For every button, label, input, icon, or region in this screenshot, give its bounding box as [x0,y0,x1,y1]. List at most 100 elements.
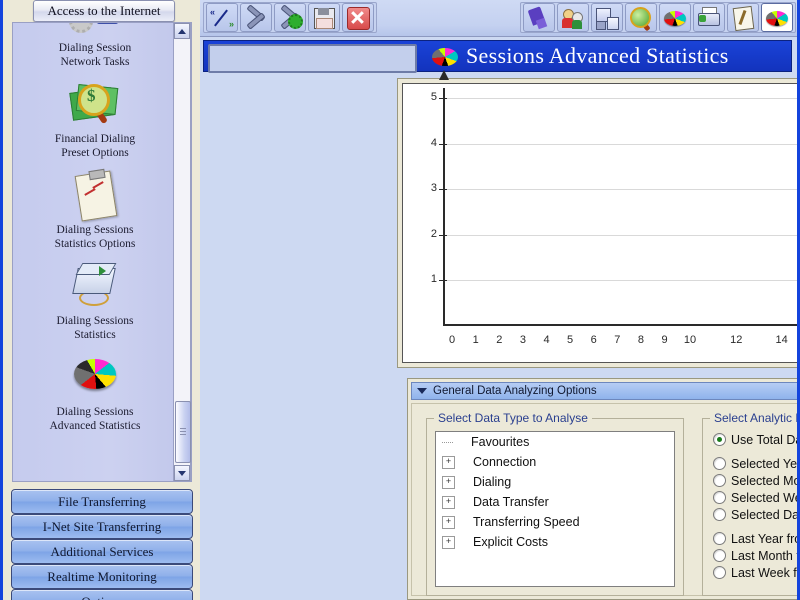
toolbar: «» [200,0,797,37]
gridline [443,234,800,236]
sidebar-item-statistics[interactable]: Dialing Sessions Statistics [13,260,177,342]
label-line-2: Network Tasks [60,56,130,68]
header-blank-field[interactable] [208,44,417,73]
tree-node-label: Dialing [473,475,512,489]
radio-selected-week[interactable]: Selected Week [713,489,800,506]
access-to-internet-button[interactable]: Access to the Internet [33,0,175,22]
nav-button-inet-site-transferring[interactable]: I-Net Site Transferring [11,514,193,539]
nav-button-file-transferring[interactable]: File Transferring [11,489,193,514]
radio-selected-year[interactable]: Selected Year [713,455,800,472]
plot-area: 5 4 3 2 1 0 1 2 3 4 5 6 7 8 9 10 12 14 [431,70,800,346]
sidebar-item-network-tasks[interactable]: Dialing Session Network Tasks [13,23,177,69]
x-tick-label: 3 [519,334,526,346]
radio-last-month-from-selected-day[interactable]: Last Month from Selected Day [713,547,800,564]
gridline [443,189,800,191]
label-line-2: Statistics Options [54,238,136,250]
radio-label: Last Month from Selected Day [731,548,800,563]
expand-icon[interactable]: + [442,515,455,529]
users-icon-button[interactable] [557,3,589,32]
page-title: Sessions Advanced Statistics [466,43,729,68]
chart-canvas: 5 4 3 2 1 0 1 2 3 4 5 6 7 8 9 10 12 14 [402,70,800,363]
radio-icon[interactable] [713,566,726,579]
expand-icon[interactable]: + [442,475,455,489]
tree-node-connection[interactable]: + Connection [436,452,674,472]
tree-node-explicit-costs[interactable]: + Explicit Costs [436,532,674,552]
sidebar-item-label: Financial Dialing Preset Options [13,132,177,160]
radio-icon[interactable] [713,433,726,446]
devices-icon-button[interactable] [591,3,623,32]
chart-card: 5 4 3 2 1 0 1 2 3 4 5 6 7 8 9 10 12 14 [397,70,800,368]
y-tick-label: 3 [430,182,437,195]
sidebar-scroll-pane: Dialing Session Network Tasks Financial … [12,22,192,482]
sidebar-item-advanced-statistics[interactable]: Dialing Sessions Advanced Statistics [13,351,177,433]
label-line-2: Statistics [74,329,116,341]
radio-icon[interactable] [713,491,726,504]
radio-icon[interactable] [713,508,726,521]
tools-settings-icon-button[interactable] [274,3,306,32]
radio-selected-month[interactable]: Selected Month [713,472,800,489]
data-type-tree[interactable]: Favourites + Connection + Dialing + Data… [435,431,675,587]
tree-node-transferring-speed[interactable]: + Transferring Speed [436,512,674,532]
sidebar-scroll-up-button[interactable] [174,23,190,39]
analytic-period-legend: Select Analytic Period [710,411,800,425]
y-tick-label: 4 [430,136,437,149]
plug-icon-button[interactable] [523,3,555,32]
tree-node-label: Connection [473,455,537,469]
options-panel: General Data Analyzing Options Select Da… [407,378,800,600]
data-type-fieldset: Select Data Type to Analyse Favourites +… [426,411,684,596]
radio-label: Selected Week [731,490,800,505]
pie-chart-icon [432,48,458,66]
tree-node-data-transfer[interactable]: + Data Transfer [436,492,674,512]
save-icon-button[interactable] [308,3,340,32]
radio-icon[interactable] [713,457,726,470]
statistics-box-icon [65,260,125,312]
radio-label: Selected Month [731,473,800,488]
tools-icon-button[interactable] [240,3,272,32]
sidebar-item-financial-dialing[interactable]: Financial Dialing Preset Options [13,78,177,160]
sidebar-item-label: Dialing Session Network Tasks [13,41,177,69]
options-panel-header[interactable]: General Data Analyzing Options [411,382,800,400]
x-tick-label: 9 [661,334,668,346]
nav-button-options[interactable]: Options [11,589,193,600]
notepad-icon-button[interactable] [727,3,759,32]
gridline [443,98,800,99]
radio-icon[interactable] [713,549,726,562]
close-icon-button[interactable] [342,3,374,32]
triangle-down-icon[interactable] [417,388,427,394]
options-panel-title: General Data Analyzing Options [433,385,597,397]
y-axis-arrow [439,70,449,80]
expand-icon[interactable]: + [442,495,455,509]
resize-icon-button[interactable]: «» [206,3,238,32]
nav-button-realtime-monitoring[interactable]: Realtime Monitoring [11,564,193,589]
x-tick-label: 8 [637,334,644,346]
pie-chart-icon-button[interactable] [659,3,691,32]
advanced-statistics-icon-button[interactable] [761,3,793,32]
expand-icon[interactable]: + [442,535,455,549]
nav-button-additional-services[interactable]: Additional Services [11,539,193,564]
radio-last-year-from-selected-day[interactable]: Last Year from Selected Day [713,530,800,547]
sidebar-item-statistics-options[interactable]: Dialing Sessions Statistics Options [13,168,177,251]
radio-use-total-database[interactable]: Use Total Database [713,431,800,448]
x-tick-label: 2 [496,334,503,346]
radio-icon[interactable] [713,532,726,545]
sidebar-scrollbar-thumb[interactable] [175,401,191,463]
x-tick-label: 7 [614,334,621,346]
tree-node-favourites[interactable]: Favourites [436,432,674,452]
search-icon-button[interactable] [625,3,657,32]
chevron-down-icon [178,470,186,476]
printer-icon-button[interactable] [693,3,725,32]
x-tick-label: 6 [590,334,597,346]
y-tick-label: 5 [430,91,437,103]
expand-icon[interactable]: + [442,455,455,469]
radio-icon[interactable] [713,474,726,487]
x-tick-label: 4 [543,334,550,346]
gridline [443,143,800,145]
sidebar-scrollbar[interactable] [173,22,191,482]
tree-node-label: Transferring Speed [473,515,580,529]
analytic-period-fieldset: Select Analytic Period Use Total Databas… [702,411,800,596]
radio-last-week-from-selected-day[interactable]: Last Week from Selected Day [713,564,800,581]
radio-selected-day[interactable]: Selected Day [713,506,800,523]
sidebar-scroll-down-button[interactable] [174,465,190,481]
tree-node-dialing[interactable]: + Dialing [436,472,674,492]
sidebar-item-list: Dialing Session Network Tasks Financial … [13,23,177,442]
